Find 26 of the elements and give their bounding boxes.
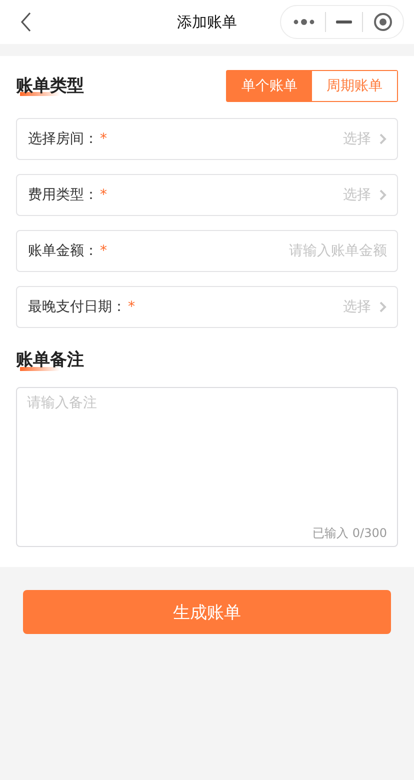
field-label: 最晚支付日期：	[28, 298, 126, 316]
select-value: 选择	[343, 298, 371, 316]
form-field[interactable]: 最晚支付日期：* 选择	[16, 286, 398, 328]
chevron-right-icon	[379, 133, 387, 145]
select-value: 选择	[343, 130, 371, 148]
required-mark: *	[100, 131, 107, 147]
chevron-right-icon	[379, 301, 387, 313]
char-counter: 已输入 0/300	[312, 525, 387, 542]
field-label: 费用类型：	[28, 186, 98, 204]
required-mark: *	[100, 243, 107, 259]
more-icon[interactable]	[293, 18, 315, 26]
minimize-icon[interactable]	[336, 20, 352, 24]
required-mark: *	[100, 187, 107, 203]
form-field[interactable]: 费用类型：* 选择	[16, 174, 398, 216]
required-mark: *	[128, 299, 135, 315]
form-field[interactable]: 选择房间：* 选择	[16, 118, 398, 160]
section-title: 账单类型	[16, 74, 84, 98]
select-value: 选择	[343, 186, 371, 204]
field-label: 账单金额：	[28, 242, 98, 260]
field-label: 选择房间：	[28, 130, 98, 148]
section-title: 账单备注	[16, 348, 84, 373]
back-icon[interactable]	[20, 12, 32, 32]
chevron-right-icon	[379, 189, 387, 201]
page-title: 添加账单	[177, 12, 237, 32]
target-icon[interactable]	[373, 12, 393, 32]
form-field[interactable]: 账单金额：* 请输入账单金额	[16, 230, 398, 272]
